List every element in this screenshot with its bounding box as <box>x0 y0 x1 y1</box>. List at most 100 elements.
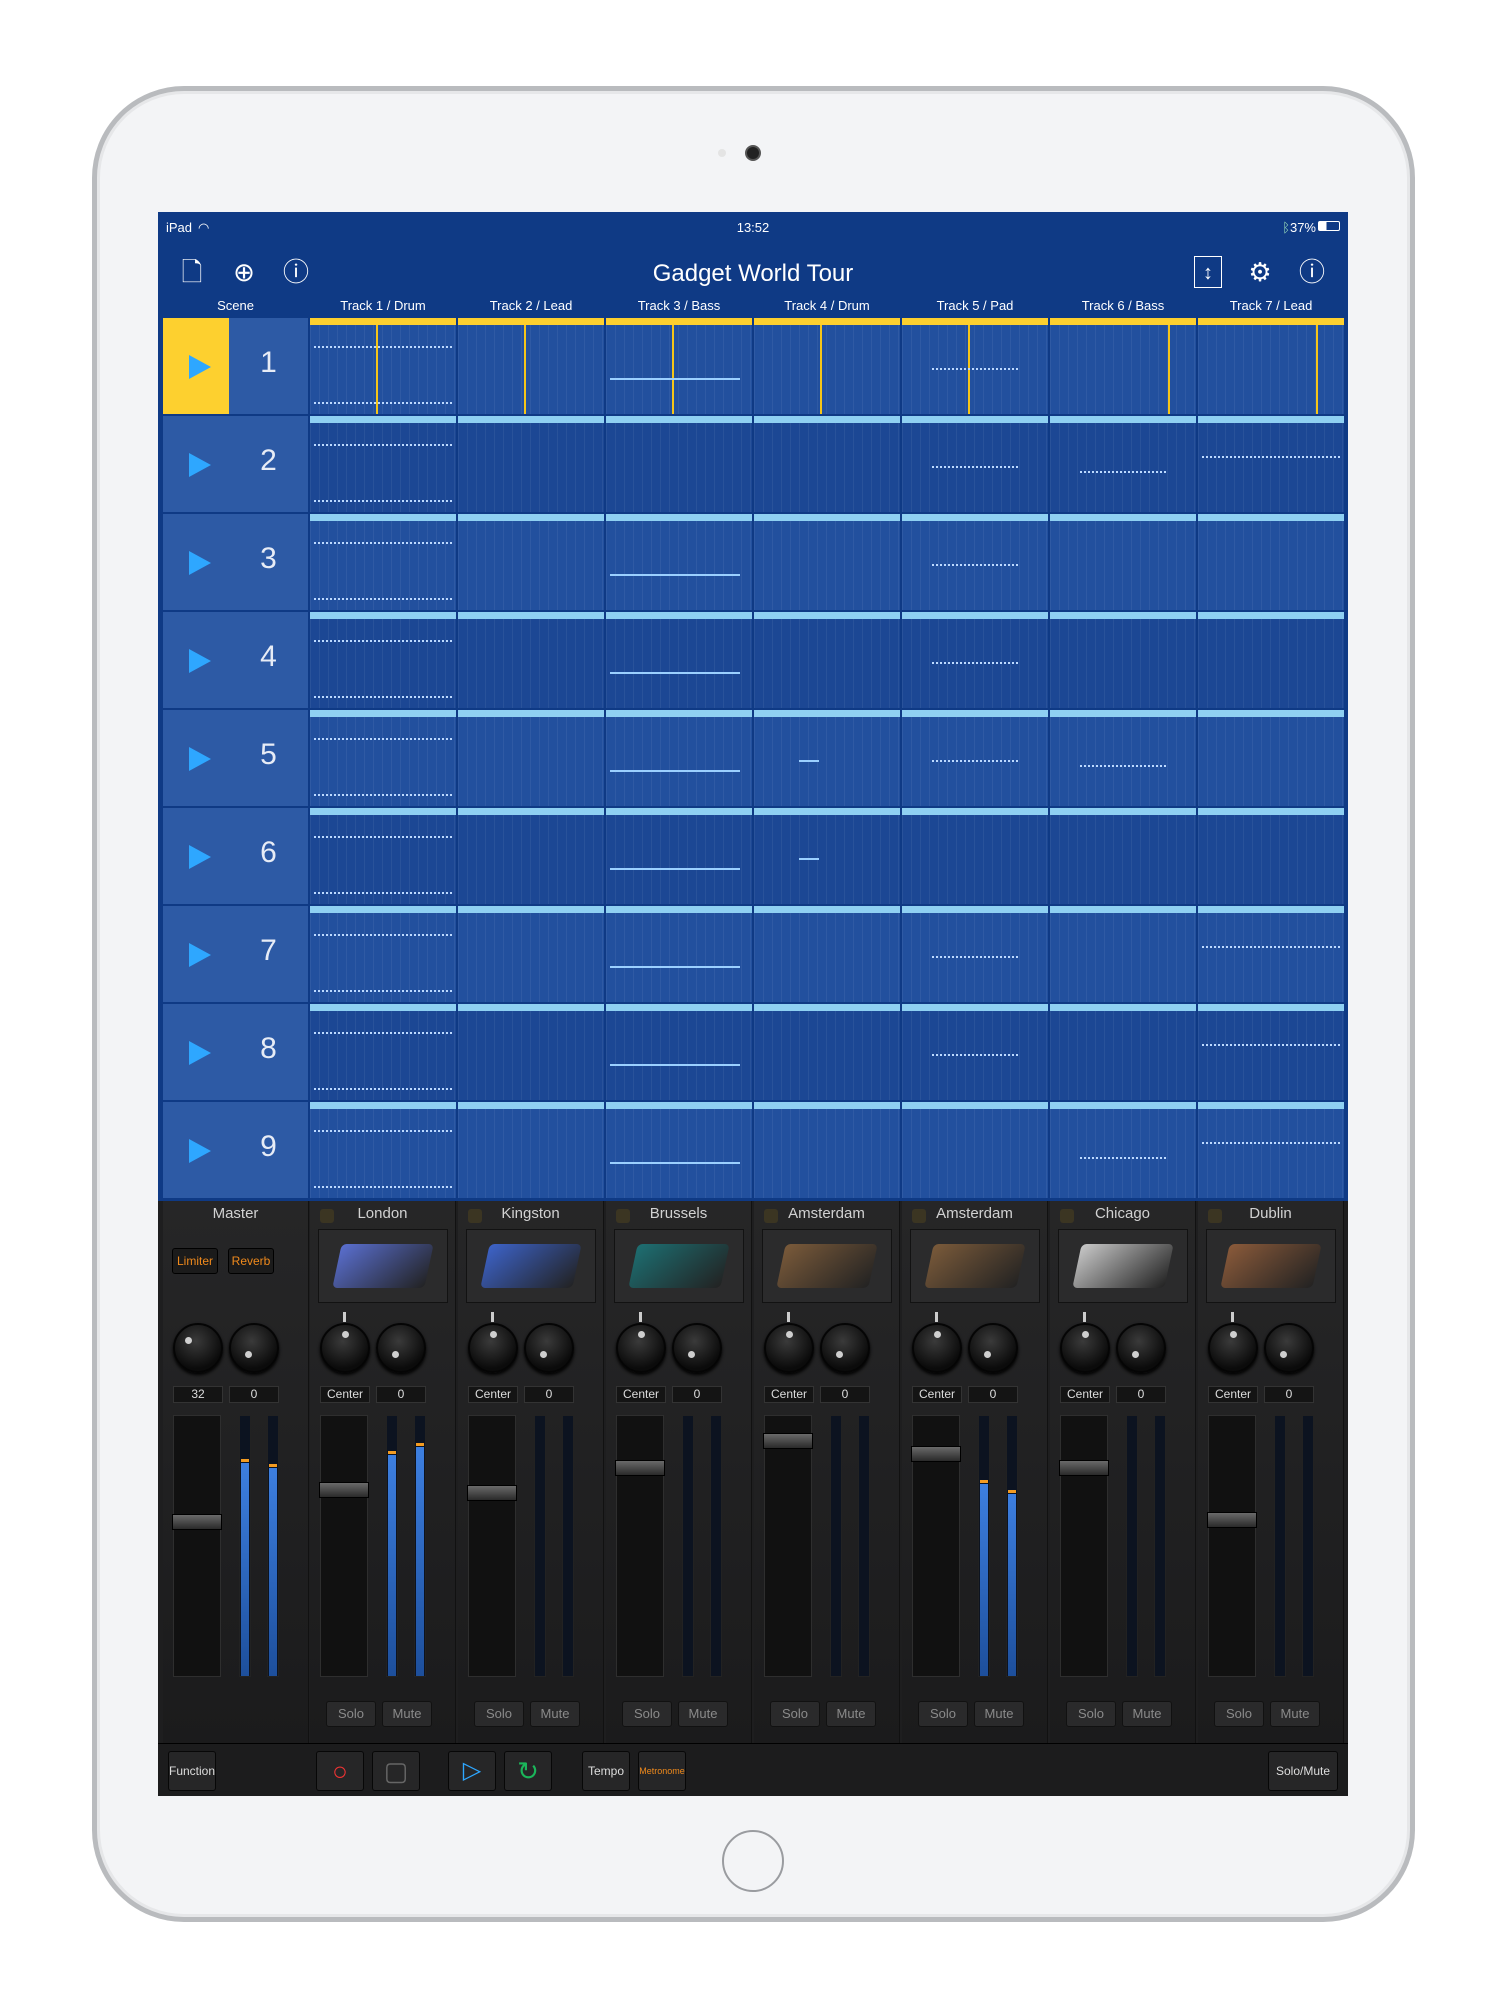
play-icon[interactable] <box>163 710 229 806</box>
clip-cell[interactable] <box>754 808 900 904</box>
solo-button[interactable]: Solo <box>474 1701 524 1727</box>
clip-cell[interactable] <box>1198 514 1344 610</box>
mute-button[interactable]: Mute <box>974 1701 1024 1727</box>
pan-knob[interactable] <box>912 1323 962 1373</box>
clip-cell[interactable] <box>310 710 456 806</box>
track-select-led[interactable] <box>1060 1209 1074 1223</box>
clip-cell[interactable] <box>902 808 1048 904</box>
clip-cell[interactable] <box>902 514 1048 610</box>
track-select-led[interactable] <box>468 1209 482 1223</box>
clip-cell[interactable] <box>606 612 752 708</box>
clip-cell[interactable] <box>458 1102 604 1198</box>
send-knob[interactable] <box>672 1323 722 1373</box>
clip-cell[interactable] <box>606 416 752 512</box>
fader-cap[interactable] <box>467 1485 517 1501</box>
track-select-led[interactable] <box>320 1209 334 1223</box>
volume-fader[interactable] <box>1207 1415 1257 1677</box>
reverb-button[interactable]: Reverb <box>228 1248 274 1274</box>
clip-cell[interactable] <box>310 514 456 610</box>
play-button[interactable]: ▷ <box>448 1751 496 1791</box>
clip-cell[interactable] <box>902 612 1048 708</box>
limiter-button[interactable]: Limiter <box>172 1248 218 1274</box>
scene-launch-button[interactable]: 2 <box>163 416 308 512</box>
clip-cell[interactable] <box>1050 1102 1196 1198</box>
clip-cell[interactable] <box>902 710 1048 806</box>
mute-button[interactable]: Mute <box>678 1701 728 1727</box>
scene-launch-button[interactable]: 3 <box>163 514 308 610</box>
expand-vertical-icon[interactable]: ↕ <box>1194 256 1222 288</box>
mute-button[interactable]: Mute <box>382 1701 432 1727</box>
fader-cap[interactable] <box>319 1482 369 1498</box>
clip-cell[interactable] <box>754 612 900 708</box>
clip-cell[interactable] <box>1050 318 1196 414</box>
clip-cell[interactable] <box>310 1004 456 1100</box>
clip-cell[interactable] <box>310 808 456 904</box>
fader-cap[interactable] <box>172 1514 222 1530</box>
clip-cell[interactable] <box>458 808 604 904</box>
solo-mute-off-button[interactable]: Solo/Mute Off <box>1268 1751 1338 1791</box>
help-icon[interactable]: ⓘ <box>1296 256 1328 288</box>
clip-cell[interactable] <box>902 1102 1048 1198</box>
scene-launch-button[interactable]: 7 <box>163 906 308 1002</box>
mute-button[interactable]: Mute <box>1270 1701 1320 1727</box>
clip-cell[interactable] <box>310 416 456 512</box>
stop-button[interactable]: ▢ <box>372 1751 420 1791</box>
fader-cap[interactable] <box>763 1433 813 1449</box>
clip-cell[interactable] <box>458 710 604 806</box>
solo-button[interactable]: Solo <box>622 1701 672 1727</box>
clip-cell[interactable] <box>902 318 1048 414</box>
track-select-led[interactable] <box>1208 1209 1222 1223</box>
solo-button[interactable]: Solo <box>1214 1701 1264 1727</box>
volume-fader[interactable] <box>319 1415 369 1677</box>
send-knob[interactable] <box>1116 1323 1166 1373</box>
pan-knob[interactable] <box>468 1323 518 1373</box>
clip-cell[interactable] <box>458 612 604 708</box>
play-icon[interactable] <box>163 514 229 610</box>
master-volume-knob[interactable] <box>173 1323 223 1373</box>
clip-cell[interactable] <box>1198 808 1344 904</box>
fader-cap[interactable] <box>615 1460 665 1476</box>
gadget-image[interactable] <box>614 1229 744 1303</box>
clip-cell[interactable] <box>606 710 752 806</box>
volume-fader[interactable] <box>172 1415 222 1677</box>
send-knob[interactable] <box>229 1323 279 1373</box>
pan-knob[interactable] <box>320 1323 370 1373</box>
clip-cell[interactable] <box>1198 1004 1344 1100</box>
mute-button[interactable]: Mute <box>530 1701 580 1727</box>
clip-cell[interactable] <box>754 1004 900 1100</box>
clip-cell[interactable] <box>1198 612 1344 708</box>
track-header[interactable]: Track 1 / Drum <box>310 298 456 313</box>
clip-cell[interactable] <box>754 906 900 1002</box>
scene-launch-button[interactable]: 5 <box>163 710 308 806</box>
metronome-button[interactable]: Metronome <box>638 1751 686 1791</box>
track-select-led[interactable] <box>912 1209 926 1223</box>
clip-cell[interactable] <box>754 318 900 414</box>
clip-cell[interactable] <box>1050 416 1196 512</box>
track-select-led[interactable] <box>764 1209 778 1223</box>
track-header[interactable]: Track 6 / Bass <box>1050 298 1196 313</box>
pan-knob[interactable] <box>616 1323 666 1373</box>
gadget-image[interactable] <box>318 1229 448 1303</box>
home-button[interactable] <box>722 1830 784 1892</box>
loop-button[interactable]: ↻ <box>504 1751 552 1791</box>
play-icon[interactable] <box>163 416 229 512</box>
gadget-image[interactable] <box>910 1229 1040 1303</box>
scene-launch-button[interactable]: 8 <box>163 1004 308 1100</box>
scene-launch-button[interactable]: 9 <box>163 1102 308 1198</box>
volume-fader[interactable] <box>911 1415 961 1677</box>
play-icon[interactable] <box>163 906 229 1002</box>
send-knob[interactable] <box>820 1323 870 1373</box>
scene-launch-button[interactable]: 6 <box>163 808 308 904</box>
clip-cell[interactable] <box>606 808 752 904</box>
track-select-led[interactable] <box>616 1209 630 1223</box>
clip-cell[interactable] <box>1198 318 1344 414</box>
volume-fader[interactable] <box>1059 1415 1109 1677</box>
fader-cap[interactable] <box>911 1446 961 1462</box>
gadget-image[interactable] <box>1206 1229 1336 1303</box>
clip-cell[interactable] <box>754 1102 900 1198</box>
scene-launch-button[interactable]: 1 <box>163 318 308 414</box>
clip-cell[interactable] <box>902 1004 1048 1100</box>
clip-cell[interactable] <box>1050 808 1196 904</box>
track-header[interactable]: Track 2 / Lead <box>458 298 604 313</box>
volume-fader[interactable] <box>763 1415 813 1677</box>
